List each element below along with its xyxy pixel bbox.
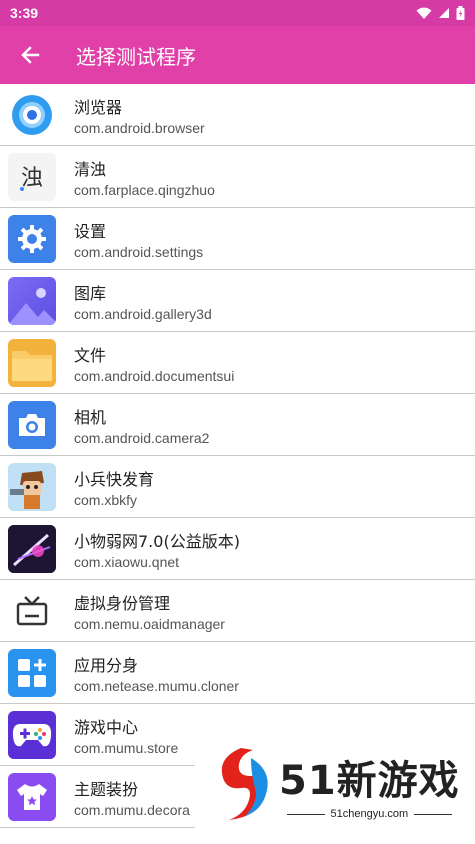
list-item-oaidmanager[interactable]: 虚拟身份管理 com.nemu.oaidmanager <box>0 580 475 642</box>
status-icons <box>416 6 465 20</box>
app-package: com.xbkfy <box>74 491 138 508</box>
list-item-gallery[interactable]: 图库 com.android.gallery3d <box>0 270 475 332</box>
app-package: com.android.browser <box>74 119 205 136</box>
xbkfy-game-icon <box>8 462 56 511</box>
watermark-subtitle-row: 51chengyu.com <box>286 808 453 820</box>
app-name: 浏览器 <box>74 97 123 117</box>
app-name: 应用分身 <box>74 655 139 675</box>
gamepad-icon <box>8 710 56 759</box>
status-time: 3:39 <box>10 5 39 21</box>
signal-icon <box>439 8 449 18</box>
app-cloner-icon <box>8 648 56 697</box>
page-title: 选择测试程序 <box>76 44 196 69</box>
app-package: com.android.settings <box>74 243 204 260</box>
theme-shirt-icon <box>8 772 56 821</box>
qnet-icon <box>8 524 56 573</box>
app-package: com.android.gallery3d <box>74 305 212 322</box>
list-item-xbkfy[interactable]: 小兵快发育 com.xbkfy <box>0 456 475 518</box>
folder-icon <box>8 338 56 387</box>
app-package: com.android.camera2 <box>74 429 210 446</box>
status-bar: 3:39 <box>0 0 475 26</box>
list-item-qnet[interactable]: 小物弱网7.0(公益版本) com.xiaowu.qnet <box>0 518 475 580</box>
list-item-camera[interactable]: 相机 com.android.camera2 <box>0 394 475 456</box>
app-name: 小物弱网7.0(公益版本) <box>74 531 240 551</box>
gallery-icon <box>8 276 56 325</box>
arrow-left-icon <box>21 46 40 64</box>
app-package: com.mumu.decora <box>74 801 190 818</box>
app-package: com.mumu.store <box>74 739 179 756</box>
back-button[interactable] <box>0 26 60 84</box>
app-list: 浏览器 com.android.browser 浊 清浊 com.farplac… <box>0 84 475 828</box>
settings-gear-icon <box>8 214 56 263</box>
camera-icon <box>8 400 56 449</box>
list-item-cloner[interactable]: 应用分身 com.netease.mumu.cloner <box>0 642 475 704</box>
app-name: 虚拟身份管理 <box>74 593 171 613</box>
tv-icon <box>8 587 56 635</box>
browser-icon <box>8 91 56 139</box>
app-name: 主题装扮 <box>74 779 139 799</box>
divider <box>414 813 453 815</box>
app-name: 图库 <box>74 283 107 303</box>
qingzhuo-icon: 浊 <box>8 152 56 201</box>
app-package: com.xiaowu.qnet <box>74 553 180 570</box>
list-item-browser[interactable]: 浏览器 com.android.browser <box>0 84 475 146</box>
list-item-settings[interactable]: 设置 com.android.settings <box>0 208 475 270</box>
divider <box>286 813 325 815</box>
app-name: 文件 <box>74 345 107 365</box>
app-package: com.nemu.oaidmanager <box>74 615 225 632</box>
app-name: 设置 <box>74 221 107 241</box>
list-item-qingzhuo[interactable]: 浊 清浊 com.farplace.qingzhuo <box>0 146 475 208</box>
svg-text:浊: 浊 <box>21 166 43 191</box>
watermark: 51新游戏 51chengyu.com <box>195 724 475 844</box>
app-name: 游戏中心 <box>74 717 139 737</box>
app-bar: 选择测试程序 <box>0 26 475 84</box>
app-name: 小兵快发育 <box>74 469 155 489</box>
wifi-icon <box>416 7 432 19</box>
app-package: com.netease.mumu.cloner <box>74 677 239 694</box>
watermark-subtitle: 51chengyu.com <box>330 808 409 820</box>
watermark-title: 51新游戏 <box>279 758 460 804</box>
list-item-files[interactable]: 文件 com.android.documentsui <box>0 332 475 394</box>
app-name: 相机 <box>74 407 107 427</box>
battery-icon <box>456 6 465 20</box>
app-name: 清浊 <box>74 159 107 179</box>
app-package: com.android.documentsui <box>74 367 235 384</box>
watermark-logo-icon <box>221 748 268 820</box>
app-package: com.farplace.qingzhuo <box>74 181 215 198</box>
